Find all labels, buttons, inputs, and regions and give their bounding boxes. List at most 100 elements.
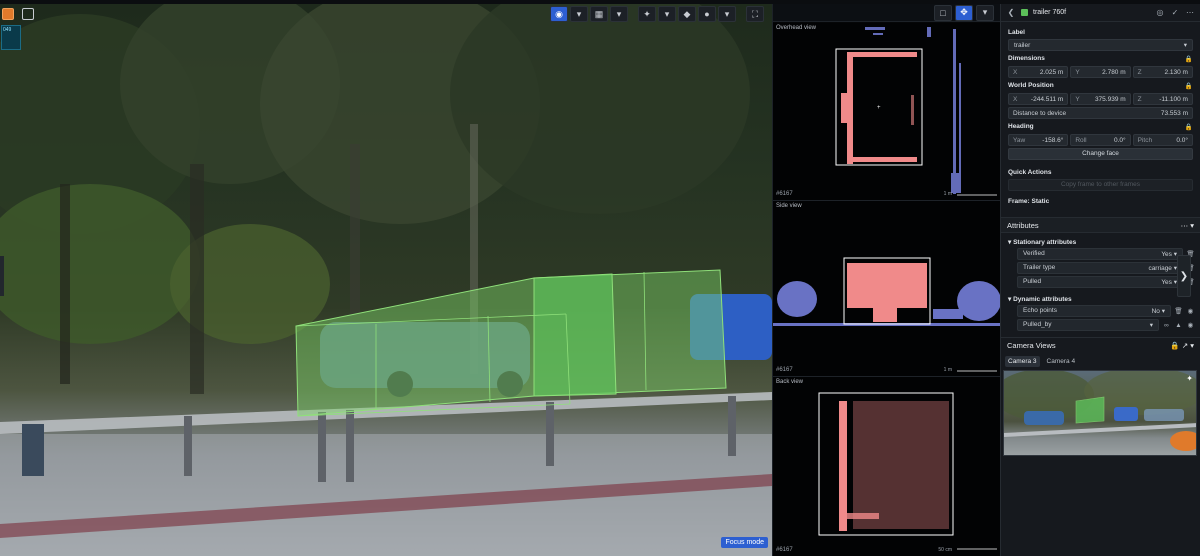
heading-fields: Yaw -158.6° Roll 0.0° Pitch 0.0° bbox=[1008, 134, 1193, 146]
side-view-title: Side view bbox=[776, 203, 802, 209]
chevron-down-icon[interactable]: ▾ bbox=[1190, 221, 1194, 230]
layers-icon[interactable]: ◆ bbox=[678, 6, 696, 22]
camera-icon[interactable]: ◉ bbox=[550, 6, 568, 22]
left-panel-handle[interactable] bbox=[0, 256, 4, 296]
chevron-down-icon: ▾ bbox=[1008, 296, 1012, 303]
check-icon[interactable]: ✓ bbox=[1170, 8, 1180, 18]
back-view-id: #6167 bbox=[776, 547, 793, 553]
lidar-toolbar: □ ✥ ▾ bbox=[773, 4, 1000, 22]
heading-heading: Heading 🔒 bbox=[1008, 123, 1193, 131]
attribute-row-verified: Verified Yes ▾ 🗑 bbox=[1017, 248, 1195, 260]
overhead-view-id: #6167 bbox=[776, 191, 793, 197]
trash-icon[interactable]: 🗑 bbox=[1174, 307, 1183, 315]
position-z-field[interactable]: Z -11.100 m bbox=[1132, 93, 1193, 105]
dimensions-fields: X 2.025 m Y 2.780 m Z 2.130 m bbox=[1008, 66, 1193, 78]
world-position-heading: World Position 🔒 bbox=[1008, 82, 1193, 90]
minimap-thumbnail[interactable]: 049 bbox=[1, 25, 21, 50]
external-link-icon[interactable]: ↗ bbox=[1182, 341, 1188, 350]
side-view[interactable]: Side view #6167 1 m bbox=[773, 201, 1000, 377]
chevron-down-icon[interactable]: ▾ bbox=[610, 6, 628, 22]
circle-icon[interactable]: ● bbox=[698, 6, 716, 22]
camera-viewport[interactable]: 049 ◉ ▾ ▦ ▾ ✦ ▾ ◆ ● ▾ ⛶ Focus mode bbox=[0, 4, 772, 556]
attribute-field[interactable]: Pulled_by ▾ bbox=[1017, 319, 1159, 331]
screen-icon[interactable] bbox=[22, 8, 34, 20]
warning-icon[interactable]: ▲ bbox=[1174, 322, 1183, 329]
focus-mode-button[interactable]: Focus mode bbox=[721, 537, 768, 548]
dimension-z-field[interactable]: Z 2.130 m bbox=[1132, 66, 1193, 78]
label-select[interactable]: trailer ▾ bbox=[1008, 39, 1193, 51]
camera-thumbnail[interactable]: ✦ bbox=[1003, 370, 1197, 456]
label-heading: Label bbox=[1008, 29, 1025, 36]
attribute-field[interactable]: Echo points No ▾ bbox=[1017, 305, 1171, 317]
stationary-attributes-heading[interactable]: ▾ Stationary attributes bbox=[1001, 233, 1200, 248]
yaw-field[interactable]: Yaw -158.6° bbox=[1008, 134, 1069, 146]
object-title: trailer 760f bbox=[1033, 9, 1067, 16]
lock-icon[interactable]: 🔒 bbox=[1185, 123, 1193, 131]
back-view-title: Back view bbox=[776, 379, 804, 385]
viewport-toolbar: ◉ ▾ ▦ ▾ ✦ ▾ ◆ ● ▾ ⛶ bbox=[550, 6, 764, 22]
attribute-field[interactable]: Verified Yes ▾ bbox=[1017, 248, 1183, 260]
camera-thumbnail-scene bbox=[1004, 371, 1196, 451]
attribute-row-trailer-type: Trailer typecarriage ▾ 🗑 bbox=[1017, 262, 1195, 274]
position-y-field[interactable]: Y 375.939 m bbox=[1070, 93, 1131, 105]
pitch-field[interactable]: Pitch 0.0° bbox=[1132, 134, 1193, 146]
label-color-swatch bbox=[1021, 9, 1028, 16]
magic-wand-icon[interactable]: ✦ bbox=[638, 6, 656, 22]
palette-icon[interactable]: ◉ bbox=[1186, 307, 1195, 315]
chevron-left-icon[interactable]: ❮ bbox=[1006, 8, 1016, 18]
more-icon[interactable]: ⋯ bbox=[1185, 8, 1195, 18]
back-view[interactable]: Back view #6167 50 cm bbox=[773, 377, 1000, 556]
chevron-down-icon[interactable]: ▾ bbox=[976, 4, 994, 21]
attributes-header[interactable]: Attributes ⋯ ▾ bbox=[1001, 217, 1200, 233]
lock-icon[interactable]: 🔒 bbox=[1185, 55, 1193, 63]
change-face-button[interactable]: Change face bbox=[1008, 148, 1193, 160]
world-position-fields: X -244.511 m Y 375.939 m Z -11.100 m bbox=[1008, 93, 1193, 105]
svg-text:+: + bbox=[877, 105, 881, 111]
distance-to-device: Distance to device 73.553 m bbox=[1008, 107, 1193, 119]
lidar-views: □ ✥ ▾ + Overhead view #6167 1 m Side vie… bbox=[772, 4, 1000, 556]
tab-camera-3[interactable]: Camera 3 bbox=[1005, 356, 1040, 367]
overhead-view-title: Overhead view bbox=[776, 25, 817, 31]
camera-tabs: Camera 3 Camera 4 bbox=[1001, 353, 1200, 370]
chevron-down-icon: ▾ bbox=[1183, 42, 1187, 49]
overhead-view-scale: 1 m bbox=[943, 191, 952, 197]
lock-icon[interactable]: 🔒 bbox=[1185, 82, 1193, 90]
move-icon[interactable]: ✥ bbox=[955, 4, 973, 21]
cuboid-annotation[interactable] bbox=[295, 269, 727, 417]
position-x-field[interactable]: X -244.511 m bbox=[1008, 93, 1069, 105]
frame-static-label: Frame: Static bbox=[1008, 198, 1050, 205]
chevron-down-icon[interactable]: ▾ bbox=[658, 6, 676, 22]
target-icon[interactable]: ◎ bbox=[1155, 8, 1165, 18]
attribute-row-pulled-by: Pulled_by ▾ ∞ ▲ ◉ bbox=[1017, 319, 1195, 331]
fullscreen-icon[interactable]: ⛶ bbox=[746, 6, 764, 22]
layout-icon[interactable]: ▦ bbox=[590, 6, 608, 22]
more-icon[interactable]: ⋯ bbox=[1181, 221, 1189, 230]
record-icon[interactable] bbox=[2, 8, 14, 20]
chevron-down-icon[interactable]: ▾ bbox=[1190, 341, 1194, 350]
dynamic-attributes-heading[interactable]: ▾ Dynamic attributes bbox=[1001, 290, 1200, 305]
palette-icon[interactable]: ◉ bbox=[1186, 321, 1195, 329]
link-icon[interactable]: ∞ bbox=[1162, 322, 1171, 329]
copy-frame-button[interactable]: Copy frame to other frames bbox=[1008, 179, 1193, 191]
app-root: 049 ◉ ▾ ▦ ▾ ✦ ▾ ◆ ● ▾ ⛶ Focus mode □ ✥ ▾ bbox=[0, 0, 1200, 556]
lock-icon[interactable]: 🔒 bbox=[1170, 341, 1179, 350]
next-arrow-button[interactable]: ❯ bbox=[1177, 255, 1191, 297]
viewport-top-left-tools bbox=[2, 8, 34, 20]
satellite-icon[interactable]: ✦ bbox=[1186, 374, 1193, 383]
roll-field[interactable]: Roll 0.0° bbox=[1070, 134, 1131, 146]
camera-views-header: Camera Views 🔒 ↗ ▾ bbox=[1001, 337, 1200, 353]
dimensions-heading: Dimensions 🔒 bbox=[1008, 55, 1193, 63]
panel-header: ❮ trailer 760f ◎ ✓ ⋯ bbox=[1001, 4, 1200, 22]
back-pointcloud bbox=[818, 392, 997, 550]
attribute-field[interactable]: Trailer type carriage ▾ bbox=[1017, 262, 1183, 274]
single-view-icon[interactable]: □ bbox=[934, 4, 952, 21]
attribute-field[interactable]: Pulled Yes ▾ bbox=[1017, 276, 1183, 288]
overhead-view[interactable]: + Overhead view #6167 1 m bbox=[773, 23, 1000, 201]
chevron-down-icon[interactable]: ▾ bbox=[718, 6, 736, 22]
chevron-down-icon[interactable]: ▾ bbox=[570, 6, 588, 22]
dimension-y-field[interactable]: Y 2.780 m bbox=[1070, 66, 1131, 78]
attribute-row-pulled: PulledYes ▾ 🗑 bbox=[1017, 276, 1195, 288]
dimension-x-field[interactable]: X 2.025 m bbox=[1008, 66, 1069, 78]
back-view-scale: 50 cm bbox=[938, 547, 952, 553]
tab-camera-4[interactable]: Camera 4 bbox=[1044, 356, 1079, 367]
